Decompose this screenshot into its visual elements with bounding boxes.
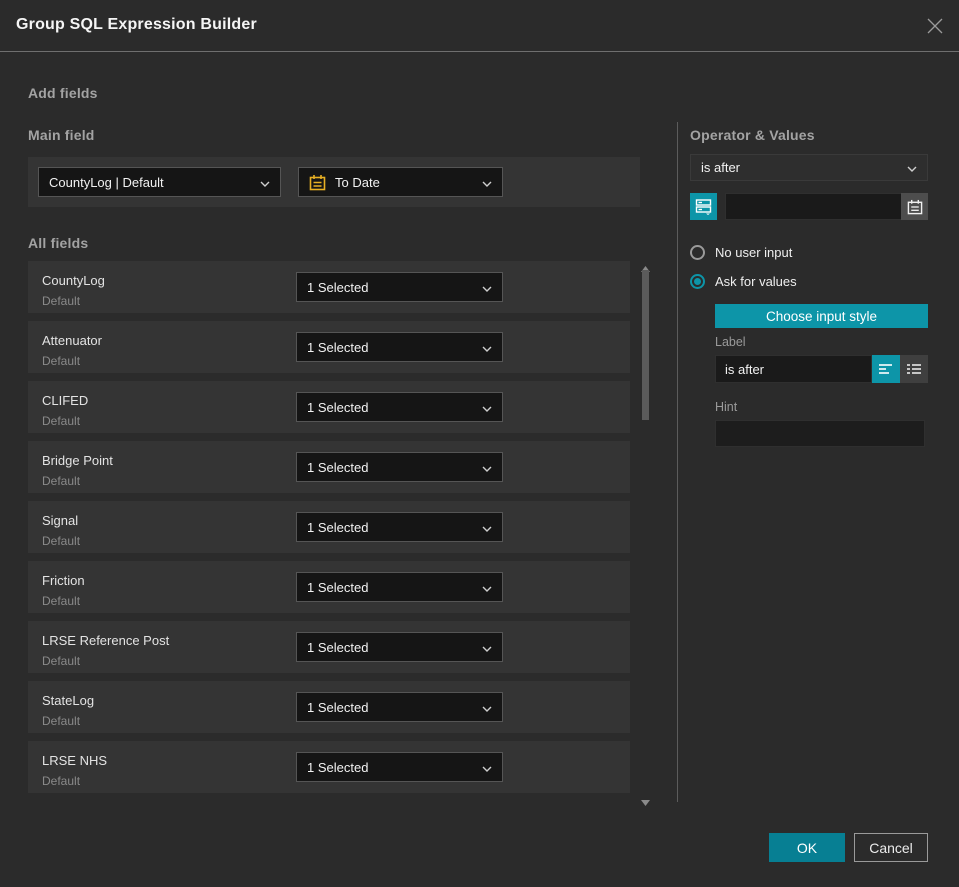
hint-input[interactable] bbox=[715, 420, 925, 447]
field-type: Default bbox=[42, 594, 81, 608]
stored-values-icon[interactable] bbox=[690, 193, 717, 220]
field-row: CLIFED Default 1 Selected bbox=[28, 381, 630, 433]
radio-selected-icon bbox=[690, 274, 705, 289]
operator-values-heading: Operator & Values bbox=[690, 127, 815, 143]
operator-select[interactable]: is after bbox=[690, 154, 928, 181]
scrollbar-down-icon[interactable] bbox=[641, 793, 650, 806]
field-name: CLIFED bbox=[42, 393, 89, 408]
radio-label: No user input bbox=[715, 245, 793, 260]
label-input[interactable] bbox=[715, 355, 872, 383]
radio-icon bbox=[690, 245, 705, 260]
single-line-style-icon[interactable] bbox=[872, 355, 900, 383]
field-selection-dropdown[interactable]: 1 Selected bbox=[296, 572, 503, 602]
field-type: Default bbox=[42, 474, 81, 488]
date-field-select[interactable]: To Date bbox=[298, 167, 503, 197]
field-row: Friction Default 1 Selected bbox=[28, 561, 630, 613]
field-name: Attenuator bbox=[42, 333, 102, 348]
field-name: LRSE Reference Post bbox=[42, 633, 170, 648]
field-name: Friction bbox=[42, 573, 85, 588]
field-row: StateLog Default 1 Selected bbox=[28, 681, 630, 733]
main-field-heading: Main field bbox=[28, 127, 95, 143]
chevron-down-icon bbox=[482, 520, 492, 535]
field-name: CountyLog bbox=[42, 273, 105, 288]
section-divider bbox=[677, 122, 678, 802]
field-selection-dropdown[interactable]: 1 Selected bbox=[296, 332, 503, 362]
field-type: Default bbox=[42, 714, 81, 728]
field-row: Bridge Point Default 1 Selected bbox=[28, 441, 630, 493]
chevron-down-icon bbox=[482, 760, 492, 775]
calendar-icon bbox=[309, 174, 326, 191]
field-type: Default bbox=[42, 354, 81, 368]
chevron-down-icon bbox=[482, 280, 492, 295]
scrollbar-thumb[interactable] bbox=[642, 270, 649, 420]
group-sql-expression-builder-dialog: Group SQL Expression Builder Add fields … bbox=[0, 0, 959, 887]
field-selection-dropdown[interactable]: 1 Selected bbox=[296, 752, 503, 782]
field-selection-dropdown[interactable]: 1 Selected bbox=[296, 512, 503, 542]
list-style-icon[interactable] bbox=[900, 355, 928, 383]
calendar-picker-icon[interactable] bbox=[901, 193, 928, 220]
chevron-down-icon bbox=[482, 700, 492, 715]
hint-caption: Hint bbox=[715, 400, 738, 414]
main-field-select[interactable]: CountyLog | Default bbox=[38, 167, 281, 197]
field-type: Default bbox=[42, 654, 81, 668]
dialog-header: Group SQL Expression Builder bbox=[0, 0, 959, 52]
main-field-select-value: CountyLog | Default bbox=[49, 174, 164, 190]
radio-ask-for-values[interactable]: Ask for values bbox=[690, 274, 797, 289]
date-field-select-value: To Date bbox=[335, 174, 380, 190]
choose-input-style-button[interactable]: Choose input style bbox=[715, 304, 928, 328]
radio-label: Ask for values bbox=[715, 274, 797, 289]
chevron-down-icon bbox=[482, 175, 492, 190]
dialog-title: Group SQL Expression Builder bbox=[16, 16, 257, 33]
all-fields-heading: All fields bbox=[28, 235, 89, 251]
field-name: Signal bbox=[42, 513, 79, 528]
field-selection-dropdown[interactable]: 1 Selected bbox=[296, 692, 503, 722]
chevron-down-icon bbox=[482, 460, 492, 475]
field-row: LRSE NHS Default 1 Selected bbox=[28, 741, 630, 793]
field-selection-dropdown[interactable]: 1 Selected bbox=[296, 392, 503, 422]
field-name: LRSE NHS bbox=[42, 753, 108, 768]
field-name: StateLog bbox=[42, 693, 95, 708]
cancel-button[interactable]: Cancel bbox=[854, 833, 928, 862]
ok-button[interactable]: OK bbox=[769, 833, 845, 862]
chevron-down-icon bbox=[260, 175, 270, 190]
field-type: Default bbox=[42, 534, 81, 548]
chevron-down-icon bbox=[482, 340, 492, 355]
field-row: Signal Default 1 Selected bbox=[28, 501, 630, 553]
field-type: Default bbox=[42, 294, 81, 308]
radio-no-user-input[interactable]: No user input bbox=[690, 245, 792, 260]
field-name: Bridge Point bbox=[42, 453, 113, 468]
field-row: LRSE Reference Post Default 1 Selected bbox=[28, 621, 630, 673]
main-field-panel: CountyLog | Default To Date bbox=[28, 157, 640, 207]
label-caption: Label bbox=[715, 335, 746, 349]
chevron-down-icon bbox=[482, 400, 492, 415]
chevron-down-icon bbox=[482, 580, 492, 595]
close-icon[interactable] bbox=[925, 16, 945, 36]
field-row: Attenuator Default 1 Selected bbox=[28, 321, 630, 373]
field-type: Default bbox=[42, 414, 81, 428]
field-type: Default bbox=[42, 774, 81, 788]
value-input[interactable] bbox=[725, 193, 902, 220]
add-fields-heading: Add fields bbox=[28, 85, 98, 101]
scrollbar-up-icon[interactable] bbox=[641, 259, 650, 272]
chevron-down-icon bbox=[907, 160, 917, 175]
field-selection-dropdown[interactable]: 1 Selected bbox=[296, 452, 503, 482]
field-row: CountyLog Default 1 Selected bbox=[28, 261, 630, 313]
chevron-down-icon bbox=[482, 640, 492, 655]
field-selection-dropdown[interactable]: 1 Selected bbox=[296, 632, 503, 662]
field-selection-dropdown[interactable]: 1 Selected bbox=[296, 272, 503, 302]
operator-select-value: is after bbox=[701, 160, 741, 175]
